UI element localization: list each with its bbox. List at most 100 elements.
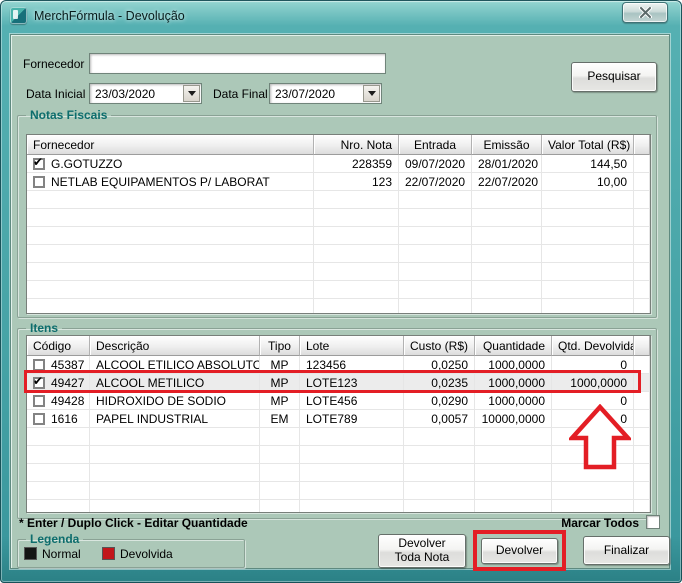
row-checkbox[interactable] [33, 413, 45, 425]
chevron-down-icon [188, 91, 196, 96]
column-header[interactable]: Fornecedor [27, 135, 314, 155]
cell-emissao[interactable]: 22/07/2020 [472, 173, 542, 191]
fornecedor-input[interactable] [89, 53, 386, 74]
table-row[interactable]: 45387ALCOOL ETILICO ABSOLUTOMP 123456 0,02… [27, 356, 650, 374]
cell-codigo[interactable]: 1616 [27, 410, 90, 428]
column-header[interactable]: Tipo [260, 336, 300, 356]
cell-custo[interactable]: 0,0290 [404, 392, 475, 410]
cell-text: 49427 [51, 376, 84, 390]
cell-text: LOTE123 [306, 376, 357, 390]
cell-text: 123456 [306, 358, 346, 372]
column-header[interactable]: Qtd. Devolvida [552, 336, 634, 356]
marcar-todos-label: Marcar Todos [11, 516, 639, 530]
cell-codigo[interactable]: 45387 [27, 356, 90, 374]
column-header[interactable]: Nro. Nota [314, 135, 399, 155]
empty-cell [399, 281, 472, 299]
data-final-label: Data Final [213, 87, 268, 101]
cell-codigo[interactable]: 49428 [27, 392, 90, 410]
empty-cell [634, 227, 650, 245]
close-button[interactable] [622, 2, 668, 23]
table-row[interactable]: 49428HIDROXIDO DE SODIOMPLOTE4560,029010… [27, 392, 650, 410]
column-header[interactable]: Custo (R$) [404, 336, 475, 356]
cell-custo[interactable]: 0,0250 [404, 356, 475, 374]
row-checkbox[interactable] [33, 377, 45, 389]
cell-spacer[interactable] [634, 155, 650, 173]
cell-valor_total[interactable]: 10,00 [542, 173, 634, 191]
itens-title: Itens [26, 321, 62, 335]
cell-lote[interactable]: LOTE123 [300, 374, 404, 392]
data-final-dropdown-button[interactable] [363, 85, 380, 102]
column-header[interactable]: Entrada [399, 135, 472, 155]
cell-text: LOTE789 [306, 412, 357, 426]
legend-swatch-devolvida [102, 547, 115, 560]
finalizar-button[interactable]: Finalizar [583, 536, 670, 565]
column-header[interactable]: Lote [300, 336, 404, 356]
empty-row [27, 263, 650, 281]
cell-tipo[interactable]: EM [260, 410, 300, 428]
row-checkbox[interactable] [33, 176, 45, 188]
cell-entrada[interactable]: 09/07/2020 [399, 155, 472, 173]
empty-cell [542, 227, 634, 245]
table-row[interactable]: 1616PAPEL INDUSTRIALEM LOTE789 0,005710000… [27, 410, 650, 428]
cell-tipo[interactable]: MP [260, 374, 300, 392]
data-final-combobox[interactable]: 23/07/2020 [269, 83, 382, 104]
marcar-todos-checkbox[interactable] [646, 515, 660, 529]
cell-descricao[interactable]: ALCOOL METILICO [90, 374, 260, 392]
devolver-button[interactable]: Devolver [481, 538, 558, 564]
pesquisar-button[interactable]: Pesquisar [571, 62, 657, 92]
cell-spacer[interactable] [634, 374, 650, 392]
empty-cell [404, 464, 475, 482]
cell-qtd_devolvida[interactable]: 0 [552, 410, 634, 428]
cell-lote[interactable]: 123456 [300, 356, 404, 374]
data-inicial-dropdown-button[interactable] [183, 85, 200, 102]
cell-qtd_devolvida[interactable]: 1000,0000 [552, 374, 634, 392]
row-checkbox[interactable] [33, 359, 45, 371]
cell-tipo[interactable]: MP [260, 392, 300, 410]
table-row[interactable]: NETLAB EQUIPAMENTOS P/ LABORAT12322/07/2… [27, 173, 650, 191]
cell-quantidade[interactable]: 1000,0000 [475, 356, 552, 374]
legenda-title: Legenda [26, 532, 83, 546]
cell-qtd_devolvida[interactable]: 0 [552, 356, 634, 374]
empty-row [27, 428, 650, 446]
row-checkbox[interactable] [33, 395, 45, 407]
cell-custo[interactable]: 0,0057 [404, 410, 475, 428]
cell-custo[interactable]: 0,0235 [404, 374, 475, 392]
cell-spacer[interactable] [634, 410, 650, 428]
cell-lote[interactable]: LOTE456 [300, 392, 404, 410]
column-header[interactable]: Descrição [90, 336, 260, 356]
row-checkbox[interactable] [33, 158, 45, 170]
cell-quantidade[interactable]: 1000,0000 [475, 392, 552, 410]
column-header[interactable]: Emissão [472, 135, 542, 155]
devolver-toda-nota-button[interactable]: Devolver Toda Nota [378, 534, 466, 568]
cell-text: ALCOOL METILICO [96, 376, 204, 390]
column-header[interactable]: Quantidade [475, 336, 552, 356]
table-row[interactable]: G.GOTUZZO22835909/07/202028/01/2020144,5… [27, 155, 650, 173]
cell-spacer[interactable] [634, 356, 650, 374]
empty-cell [634, 500, 650, 513]
legend-label-devolvida: Devolvida [120, 547, 173, 561]
cell-quantidade[interactable]: 1000,0000 [475, 374, 552, 392]
cell-nro_nota[interactable]: 228359 [314, 155, 399, 173]
cell-quantidade[interactable]: 10000,0000 [475, 410, 552, 428]
cell-emissao[interactable]: 28/01/2020 [472, 155, 542, 173]
column-header[interactable]: Valor Total (R$) [542, 135, 634, 155]
cell-descricao[interactable]: PAPEL INDUSTRIAL [90, 410, 260, 428]
empty-cell [27, 227, 314, 245]
cell-fornecedor[interactable]: G.GOTUZZO [27, 155, 314, 173]
cell-qtd_devolvida[interactable]: 0 [552, 392, 634, 410]
column-header[interactable]: Código [27, 336, 90, 356]
cell-fornecedor[interactable]: NETLAB EQUIPAMENTOS P/ LABORAT [27, 173, 314, 191]
data-inicial-combobox[interactable]: 23/03/2020 [89, 83, 202, 104]
cell-spacer[interactable] [634, 392, 650, 410]
legend-swatch-normal [24, 547, 37, 560]
cell-lote[interactable]: LOTE789 [300, 410, 404, 428]
cell-descricao[interactable]: ALCOOL ETILICO ABSOLUTO [90, 356, 260, 374]
cell-descricao[interactable]: HIDROXIDO DE SODIO [90, 392, 260, 410]
cell-codigo[interactable]: 49427 [27, 374, 90, 392]
cell-spacer[interactable] [634, 173, 650, 191]
table-row[interactable]: 49427ALCOOL METILICOMPLOTE1230,02351000,… [27, 374, 650, 392]
cell-entrada[interactable]: 22/07/2020 [399, 173, 472, 191]
cell-tipo[interactable]: MP [260, 356, 300, 374]
cell-valor_total[interactable]: 144,50 [542, 155, 634, 173]
cell-nro_nota[interactable]: 123 [314, 173, 399, 191]
